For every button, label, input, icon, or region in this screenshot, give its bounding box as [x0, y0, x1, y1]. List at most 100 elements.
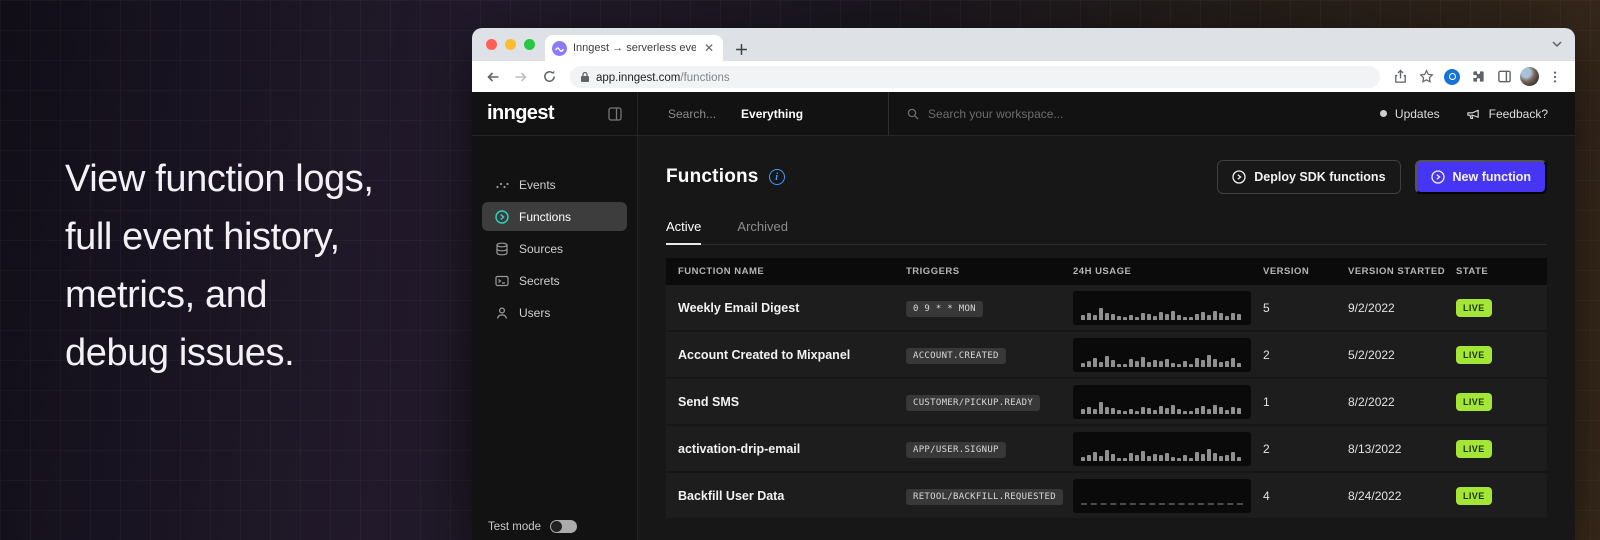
- window-controls: [486, 39, 535, 50]
- page-title: Functions: [666, 166, 759, 188]
- back-icon[interactable]: [482, 66, 504, 88]
- new-function-button-label: New function: [1453, 170, 1531, 184]
- sidebar-item-label: Secrets: [519, 274, 560, 288]
- users-icon: [495, 306, 509, 320]
- browser-tab[interactable]: Inngest → serverless event-dri ✕: [545, 35, 723, 61]
- close-window-button[interactable]: [486, 39, 497, 50]
- divider: [888, 92, 889, 135]
- state-badge: LIVE: [1456, 346, 1492, 364]
- zoom-window-button[interactable]: [524, 39, 535, 50]
- sources-icon: [495, 242, 509, 256]
- version-value: 1: [1263, 395, 1348, 409]
- address-bar[interactable]: app.inngest.com/functions: [570, 66, 1380, 88]
- table-row[interactable]: Account Created to MixpanelACCOUNT.CREAT…: [666, 332, 1547, 379]
- browser-toolbar: app.inngest.com/functions: [472, 61, 1575, 92]
- table-row[interactable]: activation-drip-emailAPP/USER.SIGNUP28/1…: [666, 426, 1547, 473]
- app-topbar: inngest Search... Everything Search your…: [472, 92, 1575, 136]
- sidebar-item-sources[interactable]: Sources: [482, 234, 627, 263]
- state-badge: LIVE: [1456, 393, 1492, 411]
- sidebar-item-functions[interactable]: Functions: [482, 202, 627, 231]
- state-badge: LIVE: [1456, 440, 1492, 458]
- updates-label: Updates: [1395, 107, 1440, 121]
- extensions-puzzle-icon[interactable]: [1468, 67, 1488, 87]
- test-mode-label: Test mode: [488, 521, 541, 533]
- usage-sparkline: [1073, 479, 1251, 513]
- table-row[interactable]: Backfill User DataRETOOL/BACKFILL.REQUES…: [666, 473, 1547, 520]
- function-name: Backfill User Data: [678, 489, 906, 503]
- function-name: activation-drip-email: [678, 442, 906, 456]
- forward-icon[interactable]: [510, 66, 532, 88]
- browser-tabstrip: Inngest → serverless event-dri ✕: [472, 28, 1575, 61]
- sidebar-item-users[interactable]: Users: [482, 298, 627, 327]
- megaphone-icon: [1466, 107, 1481, 121]
- tab-archived[interactable]: Archived: [737, 219, 788, 244]
- tab-title: Inngest → serverless event-dri: [573, 42, 696, 54]
- version-started-value: 5/2/2022: [1348, 348, 1456, 362]
- trigger-badge: RETOOL/BACKFILL.REQUESTED: [906, 489, 1063, 505]
- table-row[interactable]: Weekly Email Digest0 9 * * MON59/2/2022L…: [666, 285, 1547, 332]
- function-name: Account Created to Mixpanel: [678, 348, 906, 362]
- reload-icon[interactable]: [538, 66, 560, 88]
- feedback-label: Feedback?: [1489, 107, 1548, 121]
- sidebar-item-events[interactable]: Events: [482, 170, 627, 199]
- side-panel-icon[interactable]: [1494, 67, 1514, 87]
- version-value: 4: [1263, 489, 1348, 503]
- profile-avatar[interactable]: [1520, 67, 1539, 86]
- info-icon[interactable]: i: [769, 169, 785, 185]
- circle-play-icon: [1232, 170, 1246, 184]
- state-badge: LIVE: [1456, 487, 1492, 505]
- flatline-dashed: [1081, 503, 1243, 505]
- deploy-button-label: Deploy SDK functions: [1254, 170, 1385, 184]
- workspace-search-input[interactable]: Search your workspace...: [907, 107, 1063, 121]
- col-function-name: FUNCTION NAME: [678, 266, 906, 277]
- tab-search-chevron-icon[interactable]: [1551, 38, 1563, 50]
- function-name: Send SMS: [678, 395, 906, 409]
- version-started-value: 8/13/2022: [1348, 442, 1456, 456]
- bookmark-star-icon[interactable]: [1416, 67, 1436, 87]
- circle-play-icon: [1431, 170, 1445, 184]
- version-value: 2: [1263, 348, 1348, 362]
- col-triggers: TRIGGERS: [906, 266, 1073, 277]
- sidebar: Events Functions Sources Secrets Users Test …: [472, 136, 638, 540]
- browser-window: Inngest → serverless event-dri ✕ app.inn…: [472, 28, 1575, 540]
- browser-menu-kebab-icon[interactable]: [1545, 67, 1565, 87]
- test-mode-toggle[interactable]: [550, 520, 577, 533]
- lock-icon: [580, 71, 590, 83]
- functions-table: FUNCTION NAME TRIGGERS 24H USAGE VERSION…: [666, 258, 1547, 520]
- version-started-value: 8/24/2022: [1348, 489, 1456, 503]
- minimize-window-button[interactable]: [505, 39, 516, 50]
- test-mode-control: Test mode: [488, 520, 577, 533]
- col-24h-usage: 24H USAGE: [1073, 266, 1263, 277]
- tab-close-icon[interactable]: ✕: [702, 41, 716, 55]
- trigger-badge: APP/USER.SIGNUP: [906, 442, 1006, 458]
- main-content: Functions i Deploy SDK functions: [638, 136, 1575, 540]
- deploy-sdk-functions-button[interactable]: Deploy SDK functions: [1217, 160, 1400, 194]
- logo-zone: inngest: [472, 92, 638, 135]
- onepassword-extension-icon[interactable]: [1442, 67, 1462, 87]
- updates-link[interactable]: Updates: [1380, 107, 1440, 121]
- function-name: Weekly Email Digest: [678, 301, 906, 315]
- functions-tabs: Active Archived: [666, 219, 1547, 245]
- usage-sparkline: [1073, 338, 1251, 372]
- sidebar-item-secrets[interactable]: Secrets: [482, 266, 627, 295]
- sidebar-item-label: Functions: [519, 210, 571, 224]
- sidebar-collapse-icon[interactable]: [608, 107, 622, 121]
- col-state: STATE: [1456, 266, 1547, 277]
- hero-text: View function logs, full event history, …: [65, 150, 374, 382]
- new-tab-icon[interactable]: [735, 43, 748, 56]
- global-search-bar[interactable]: Search... Everything Search your workspa…: [638, 92, 1380, 135]
- url-path: /functions: [680, 72, 729, 84]
- usage-sparkline: [1073, 385, 1251, 419]
- table-row[interactable]: Send SMSCUSTOMER/PICKUP.READY18/2/2022LI…: [666, 379, 1547, 426]
- new-function-button[interactable]: New function: [1415, 160, 1547, 194]
- feedback-link[interactable]: Feedback?: [1466, 107, 1548, 121]
- tab-active[interactable]: Active: [666, 219, 701, 245]
- hero-line: full event history,: [65, 208, 374, 266]
- share-icon[interactable]: [1390, 67, 1410, 87]
- trigger-badge: ACCOUNT.CREATED: [906, 348, 1006, 364]
- search-scope-everything[interactable]: Everything: [741, 107, 803, 121]
- updates-dot-icon: [1380, 110, 1387, 117]
- workspace-search-placeholder: Search your workspace...: [928, 107, 1063, 121]
- state-badge: LIVE: [1456, 299, 1492, 317]
- version-started-value: 8/2/2022: [1348, 395, 1456, 409]
